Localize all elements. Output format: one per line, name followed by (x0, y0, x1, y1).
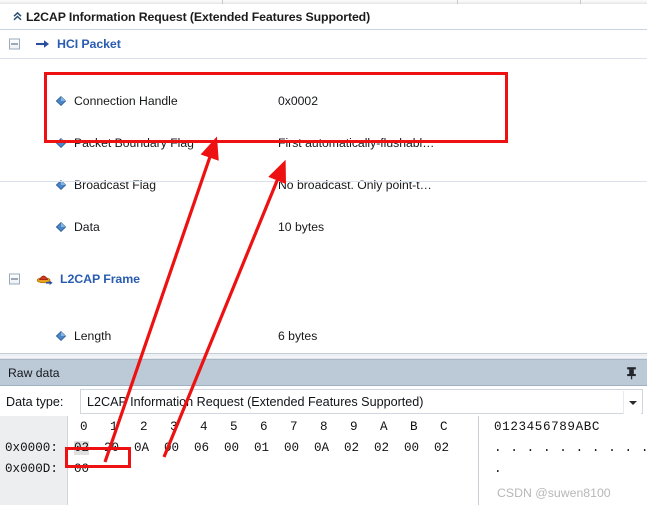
l2cap-frame-icon (36, 273, 53, 286)
hex-byte[interactable]: 00 (284, 441, 299, 455)
hex-col-header: 2 (140, 420, 148, 434)
minus-box-icon[interactable] (9, 38, 20, 50)
hex-row-offset: 0x0000: (5, 441, 58, 455)
tree-group-l2cap-frame[interactable]: L2CAP Frame (0, 265, 647, 293)
hex-byte[interactable]: 00 (164, 441, 179, 455)
tree-row-length[interactable]: Length 6 bytes (0, 325, 647, 346)
hex-col-header: 8 (320, 420, 328, 434)
tree-separator (0, 181, 647, 182)
data-type-select[interactable]: L2CAP Information Request (Extended Feat… (80, 389, 643, 414)
hex-col-header: A (380, 420, 388, 434)
pane-splitter[interactable] (0, 353, 647, 360)
hex-byte[interactable]: 00 (224, 441, 239, 455)
hex-col-header: 0 (80, 420, 88, 434)
hex-viewer[interactable]: 0 1 2 3 4 5 6 7 8 9 A B C 0123456789ABC … (0, 416, 647, 505)
tree-group-hci-packet[interactable]: HCI Packet (0, 30, 647, 58)
blue-diamond-icon (55, 137, 67, 149)
hex-col-header: 3 (170, 420, 178, 434)
hex-byte[interactable]: 0A (314, 441, 329, 455)
tree-row-value: 0x0002 (278, 93, 318, 108)
packet-detail-pane: L2CAP Information Request (Extended Feat… (0, 4, 647, 505)
chevron-down-icon[interactable] (623, 391, 641, 414)
tree-row-connection-handle[interactable]: Connection Handle 0x0002 (0, 90, 647, 111)
tree-row-label: Data (74, 219, 100, 234)
hex-col-header: B (410, 420, 418, 434)
raw-data-pane: Raw data Data type: L2CAP Information Re… (0, 360, 647, 505)
hex-col-header: 4 (200, 420, 208, 434)
hex-offset-gutter (0, 416, 68, 505)
hex-byte[interactable]: 00 (74, 462, 89, 476)
tree-row-data[interactable]: Data 10 bytes (0, 216, 647, 237)
hex-byte[interactable]: 01 (254, 441, 269, 455)
hex-col-header: 6 (260, 420, 268, 434)
hex-col-header: 7 (290, 420, 298, 434)
hex-byte[interactable]: 06 (194, 441, 209, 455)
blue-diamond-icon (55, 330, 67, 342)
tree-group-label: L2CAP Frame (60, 272, 140, 286)
data-type-row: Data type: L2CAP Information Request (Ex… (0, 387, 647, 416)
tree-row-broadcast-flag[interactable]: Broadcast Flag No broadcast. Only point-… (0, 174, 647, 195)
hex-col-header: 5 (230, 420, 238, 434)
chevron-double-up-icon[interactable] (8, 10, 26, 23)
watermark-text: CSDN @suwen8100 (497, 486, 611, 500)
hex-row-offset: 0x000D: (5, 462, 58, 476)
hex-byte[interactable]: 02 (74, 441, 90, 455)
tree-row-value: No broadcast. Only point-t… (278, 177, 432, 192)
tree-row-value: 6 bytes (278, 328, 318, 343)
hex-col-header: C (440, 420, 448, 434)
raw-data-header: Raw data (0, 360, 647, 386)
app-root: L2CAP Information Request (Extended Feat… (0, 0, 647, 505)
data-type-label: Data type: (6, 394, 64, 409)
detail-pane-header: L2CAP Information Request (Extended Feat… (0, 4, 647, 30)
tree-row-packet-boundary-flag[interactable]: Packet Boundary Flag First automatically… (0, 132, 647, 153)
hex-ascii-row: . (494, 462, 503, 476)
hex-byte[interactable]: 02 (374, 441, 389, 455)
data-type-value: L2CAP Information Request (Extended Feat… (87, 394, 424, 409)
hex-byte[interactable]: 00 (404, 441, 419, 455)
tree-row-label: Broadcast Flag (74, 177, 156, 192)
tree-row-label: Packet Boundary Flag (74, 135, 194, 150)
tree-row-value: 10 bytes (278, 219, 325, 234)
hex-byte[interactable]: 02 (434, 441, 449, 455)
tree-row-value: First automatically-flushabl… (278, 135, 435, 150)
hex-ascii-row: . . . . . . . . . . . . . (494, 441, 647, 455)
tree-separator (0, 58, 647, 59)
blue-diamond-icon (55, 95, 67, 107)
hex-col-header: 1 (110, 420, 118, 434)
pin-icon[interactable] (624, 366, 638, 380)
tree-group-label: HCI Packet (57, 37, 121, 51)
detail-tree: HCI Packet Connection Handle 0x0002 Pack… (0, 30, 647, 505)
raw-data-title: Raw data (8, 365, 60, 380)
tree-row-label: Length (74, 328, 112, 343)
hex-ascii-divider (478, 416, 479, 505)
minus-box-icon[interactable] (9, 273, 20, 285)
page-title: L2CAP Information Request (Extended Feat… (26, 9, 371, 24)
hex-byte[interactable]: 02 (344, 441, 359, 455)
tree-row-label: Connection Handle (74, 93, 178, 108)
hex-byte[interactable]: 20 (104, 441, 119, 455)
hex-ascii-header: 0123456789ABC (494, 420, 601, 434)
hex-col-header: 9 (350, 420, 358, 434)
hex-byte[interactable]: 0A (134, 441, 149, 455)
blue-diamond-icon (55, 221, 67, 233)
blue-arrow-icon (36, 38, 50, 50)
